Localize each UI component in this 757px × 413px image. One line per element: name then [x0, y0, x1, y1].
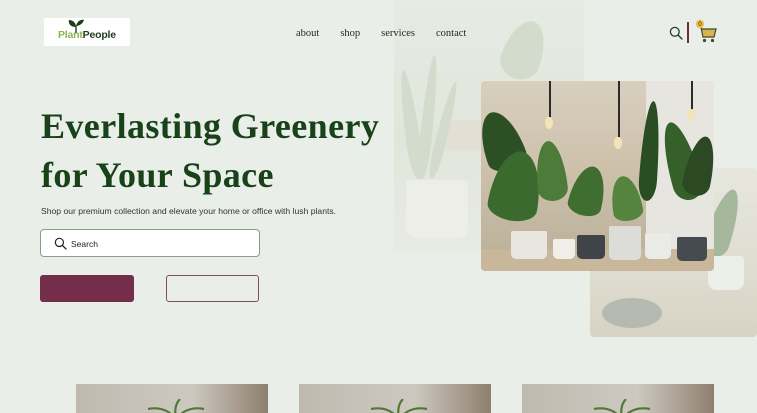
cart-count: 0	[698, 21, 702, 28]
main-nav: about shop services contact	[296, 28, 487, 39]
hero-title-line1: Everlasting Greenery	[41, 106, 380, 146]
learn-more-button[interactable]	[166, 275, 259, 302]
product-image	[147, 399, 205, 413]
search-bar	[40, 229, 260, 257]
search-field-icon	[54, 237, 67, 250]
product-image	[370, 399, 428, 413]
nav-about[interactable]: about	[296, 28, 319, 39]
header-divider	[687, 22, 689, 43]
hero-title: Everlasting Greenery for Your Space	[41, 102, 379, 200]
hero-title-line2: for Your Space	[41, 155, 274, 195]
shop-now-button[interactable]	[40, 275, 134, 302]
product-card[interactable]	[522, 384, 714, 413]
brand-name-part2: People	[82, 29, 116, 41]
brand-name-part1: Plant	[58, 29, 83, 41]
cart-icon[interactable]: 0	[695, 19, 719, 45]
nav-shop[interactable]: shop	[340, 28, 360, 39]
search-input[interactable]	[71, 235, 251, 252]
product-card[interactable]	[76, 384, 268, 413]
hero-subtitle: Shop our premium collection and elevate …	[41, 206, 337, 216]
search-icon[interactable]	[669, 26, 683, 40]
nav-contact[interactable]: contact	[436, 28, 466, 39]
hero-plant-photo	[481, 81, 714, 271]
brand-logo[interactable]: PlantPeople	[44, 18, 130, 46]
product-card[interactable]	[299, 384, 491, 413]
product-image	[593, 399, 651, 413]
nav-services[interactable]: services	[381, 28, 415, 39]
brand-name: PlantPeople	[58, 29, 116, 41]
